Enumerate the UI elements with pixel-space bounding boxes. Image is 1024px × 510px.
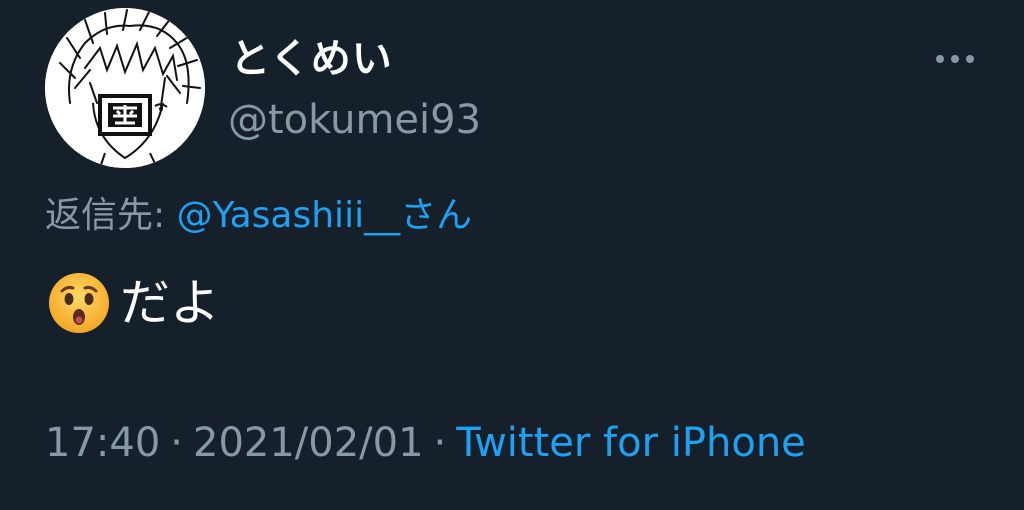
user-handle[interactable]: @tokumei93	[228, 96, 481, 144]
tweet-date: 2021/02/01	[193, 420, 424, 466]
more-options-button[interactable]	[930, 46, 980, 72]
tweet-text: だよ	[120, 274, 220, 332]
reply-prefix: 返信先:	[45, 195, 177, 236]
separator: ·	[433, 420, 447, 466]
more-dot-icon	[951, 55, 959, 63]
tweet-source-link[interactable]: Twitter for iPhone	[456, 420, 806, 466]
more-dot-icon	[936, 55, 944, 63]
avatar-illustration	[45, 8, 205, 168]
tweet-body: だよ	[48, 272, 220, 334]
reply-mention-link[interactable]: @Yasashiii__さん	[177, 195, 473, 236]
tweet-card: とくめい @tokumei93 返信先: @Yasashiii__さん だよ 1…	[0, 0, 1024, 510]
display-name[interactable]: とくめい	[230, 35, 393, 83]
hushed-face-emoji	[49, 273, 109, 333]
tweet-time: 17:40	[45, 420, 161, 466]
tweet-metadata: 17:40 · 2021/02/01 · Twitter for iPhone	[45, 418, 806, 468]
separator: ·	[170, 420, 183, 466]
reply-to-line: 返信先: @Yasashiii__さん	[45, 193, 472, 239]
more-dot-icon	[966, 55, 974, 63]
avatar[interactable]	[45, 8, 205, 168]
